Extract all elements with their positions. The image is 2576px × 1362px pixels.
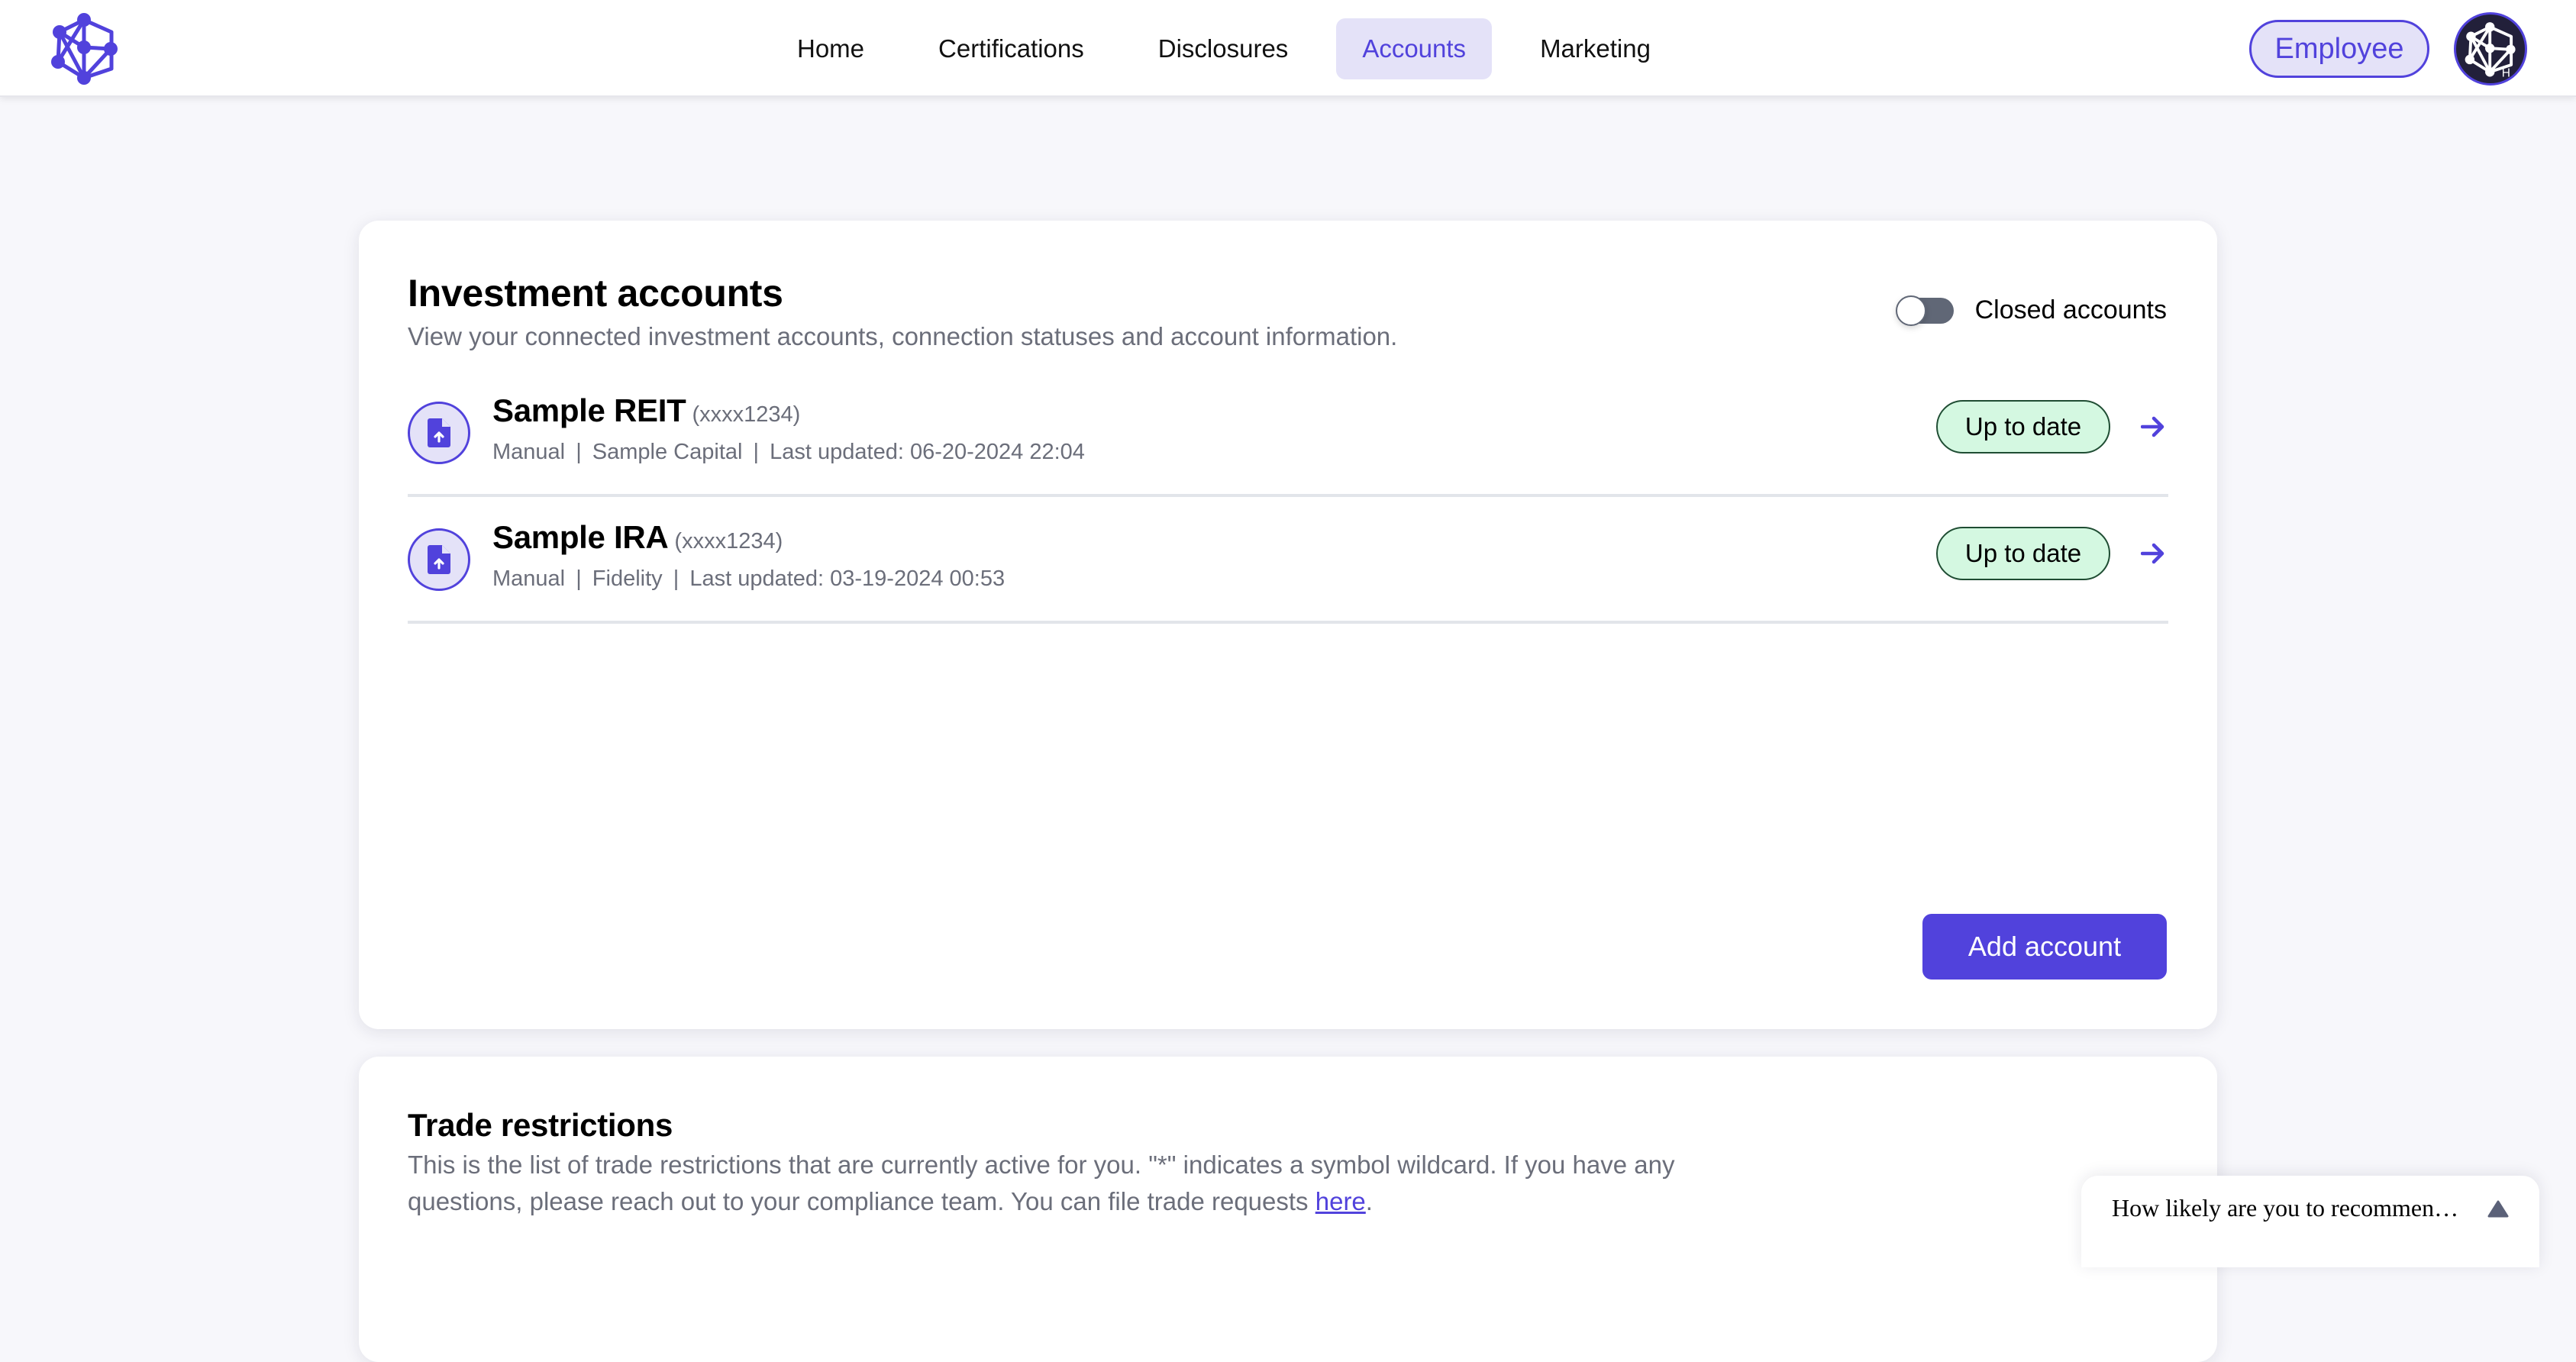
- nav-marketing[interactable]: Marketing: [1514, 18, 1677, 79]
- investment-accounts-card: Investment accounts View your connected …: [359, 221, 2217, 1029]
- role-badge[interactable]: Employee: [2249, 20, 2429, 78]
- account-institution: Sample Capital: [592, 440, 743, 464]
- user-avatar[interactable]: H: [2454, 12, 2527, 86]
- toggle-switch[interactable]: [1895, 295, 1954, 326]
- trade-restrictions-card: Trade restrictions This is the list of t…: [359, 1057, 2217, 1362]
- account-institution: Fidelity: [592, 566, 663, 591]
- account-mask: (xxxx1234): [674, 529, 783, 554]
- file-upload-icon: [408, 402, 470, 464]
- avatar-logo-icon: H: [2465, 22, 2516, 78]
- app-logo-icon[interactable]: [49, 11, 121, 86]
- survey-question[interactable]: How likely are you to recommen…: [2112, 1194, 2458, 1222]
- account-last-updated: Last updated: 03-19-2024 00:53: [689, 566, 1006, 591]
- account-type: Manual: [492, 566, 566, 591]
- account-row[interactable]: Sample IRA (xxxx1234) Manual | Fidelity |…: [408, 498, 2168, 624]
- status-badge: Up to date: [1936, 400, 2110, 453]
- arrow-right-icon[interactable]: [2138, 408, 2168, 446]
- account-last-updated: Last updated: 06-20-2024 22:04: [770, 440, 1085, 464]
- meta-separator: |: [673, 566, 680, 591]
- arrow-right-icon[interactable]: [2138, 534, 2168, 573]
- account-name[interactable]: Sample REIT (xxxx1234): [492, 392, 800, 429]
- status-badge: Up to date: [1936, 527, 2110, 580]
- toggle-knob: [1895, 295, 1926, 326]
- caret-up-icon[interactable]: [2487, 1200, 2509, 1222]
- account-meta: Manual | Sample Capital | Last updated: …: [492, 440, 1085, 465]
- nav-accounts[interactable]: Accounts: [1336, 18, 1493, 79]
- account-name[interactable]: Sample IRA (xxxx1234): [492, 519, 783, 556]
- nav-certifications[interactable]: Certifications: [912, 18, 1110, 79]
- meta-separator: |: [753, 440, 760, 464]
- trade-restrictions-title: Trade restrictions: [408, 1107, 673, 1143]
- avatar-initial: H: [2502, 66, 2510, 78]
- main-nav: Home Certifications Disclosures Accounts…: [771, 18, 1677, 79]
- file-upload-icon: [408, 528, 470, 591]
- meta-separator: |: [576, 566, 582, 591]
- nav-home[interactable]: Home: [771, 18, 890, 79]
- meta-separator: |: [576, 440, 582, 464]
- top-navigation-bar: Home Certifications Disclosures Accounts…: [0, 0, 2576, 97]
- account-mask: (xxxx1234): [692, 402, 801, 427]
- investment-accounts-subtitle: View your connected investment accounts,…: [408, 322, 1398, 350]
- trade-requests-link[interactable]: here: [1315, 1187, 1366, 1215]
- investment-accounts-title: Investment accounts: [408, 272, 783, 315]
- nav-disclosures[interactable]: Disclosures: [1132, 18, 1315, 79]
- survey-widget[interactable]: How likely are you to recommen…: [2081, 1176, 2539, 1267]
- trade-restrictions-description: This is the list of trade restrictions t…: [408, 1151, 1675, 1215]
- account-type: Manual: [492, 440, 566, 464]
- add-account-button[interactable]: Add account: [1922, 914, 2167, 980]
- closed-accounts-toggle[interactable]: Closed accounts: [1895, 295, 2167, 326]
- account-meta: Manual | Fidelity | Last updated: 03-19-…: [492, 566, 1005, 592]
- closed-accounts-label: Closed accounts: [1974, 295, 2167, 324]
- account-row[interactable]: Sample REIT (xxxx1234) Manual | Sample Ca…: [408, 371, 2168, 497]
